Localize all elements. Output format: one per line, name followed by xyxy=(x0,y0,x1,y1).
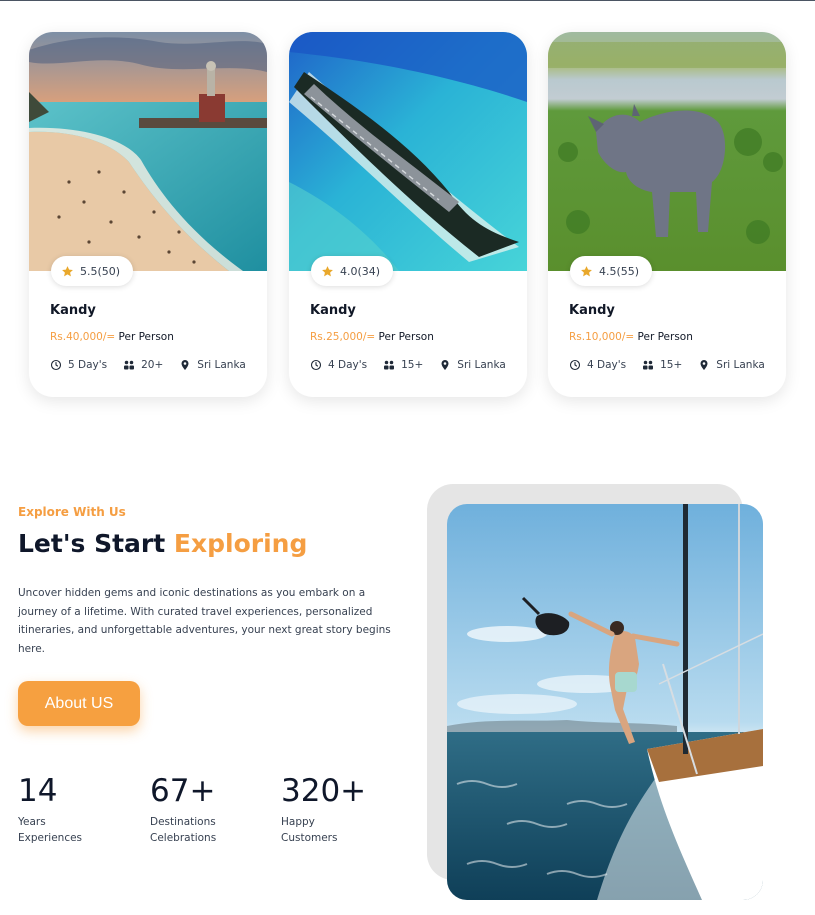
rhino-photo xyxy=(548,32,786,271)
card-price: Rs.10,000/= Per Person xyxy=(569,331,693,343)
location: Sri Lanka xyxy=(457,359,506,371)
duration: 5 Day's xyxy=(68,359,108,371)
island-runway-photo xyxy=(289,32,527,271)
clock-icon xyxy=(310,359,322,371)
card-meta: 4 Day's 15+ Sri Lanka xyxy=(569,359,765,371)
sailboat-illustration xyxy=(447,504,763,900)
card-price: Rs.40,000/= Per Person xyxy=(50,331,174,343)
stat-label: Destinations Celebrations xyxy=(150,816,217,844)
rating-badge: 4.0(34) xyxy=(311,256,394,286)
group-size: 15+ xyxy=(401,359,424,371)
tour-card[interactable]: 4.5(55) Kandy Rs.10,000/= Per Person 4 D… xyxy=(548,32,786,397)
stat-value: 14 xyxy=(18,773,58,809)
section-description: Uncover hidden gems and iconic destinati… xyxy=(18,587,391,655)
clock-icon xyxy=(50,359,62,371)
card-meta: 5 Day's 20+ Sri Lanka xyxy=(50,359,246,371)
group-size: 20+ xyxy=(141,359,164,371)
sailboat-photo xyxy=(447,504,763,900)
price-suffix: Per Person xyxy=(118,331,174,343)
price-suffix: Per Person xyxy=(378,331,434,343)
card-price: Rs.25,000/= Per Person xyxy=(310,331,434,343)
price-amount: Rs.10,000/= xyxy=(569,331,635,343)
section-headline: Let's Start Exploring xyxy=(18,529,307,558)
stat-value: 67+ xyxy=(150,773,216,809)
users-icon xyxy=(643,360,654,370)
top-divider xyxy=(0,0,815,1)
rating-badge: 5.5(50) xyxy=(51,256,134,286)
map-pin-icon xyxy=(181,360,189,370)
rating-value: 4.5(55) xyxy=(599,264,640,278)
tour-card[interactable]: 5.5(50) Kandy Rs.40,000/= Per Person 5 D… xyxy=(29,32,267,397)
card-title[interactable]: Kandy xyxy=(569,303,615,318)
price-suffix: Per Person xyxy=(637,331,693,343)
stat-label: Happy Customers xyxy=(281,816,338,844)
rating-badge: 4.5(55) xyxy=(570,256,653,286)
card-title[interactable]: Kandy xyxy=(50,303,96,318)
stat-value: 320+ xyxy=(281,773,367,809)
rating-value: 4.0(34) xyxy=(340,264,381,278)
price-amount: Rs.40,000/= xyxy=(50,331,116,343)
map-pin-icon xyxy=(700,360,708,370)
duration: 4 Day's xyxy=(328,359,368,371)
clock-icon xyxy=(569,359,581,371)
users-icon xyxy=(384,360,395,370)
price-amount: Rs.25,000/= xyxy=(310,331,376,343)
section-eyebrow: Explore With Us xyxy=(18,505,126,519)
about-us-button[interactable]: About US xyxy=(18,681,140,726)
stat-label: Years Experiences xyxy=(18,816,83,844)
stat-customers: 320+ Happy Customers xyxy=(281,772,366,846)
card-meta: 4 Day's 15+ Sri Lanka xyxy=(310,359,506,371)
rating-value: 5.5(50) xyxy=(80,264,121,278)
card-title[interactable]: Kandy xyxy=(310,303,356,318)
star-icon xyxy=(322,265,333,276)
headline-text: Let's Start xyxy=(18,529,166,558)
headline-accent: Exploring xyxy=(173,529,308,558)
location: Sri Lanka xyxy=(197,359,246,371)
group-size: 15+ xyxy=(660,359,683,371)
stat-destinations: 67+ Destinations Celebrations xyxy=(150,772,216,846)
location: Sri Lanka xyxy=(716,359,765,371)
stat-years: 14 Years Experiences xyxy=(18,772,82,846)
users-icon xyxy=(124,360,135,370)
map-pin-icon xyxy=(441,360,449,370)
star-icon xyxy=(62,265,73,276)
beach-statue-photo xyxy=(29,32,267,271)
tour-card[interactable]: 4.0(34) Kandy Rs.25,000/= Per Person 4 D… xyxy=(289,32,527,397)
star-icon xyxy=(581,265,592,276)
duration: 4 Day's xyxy=(587,359,627,371)
